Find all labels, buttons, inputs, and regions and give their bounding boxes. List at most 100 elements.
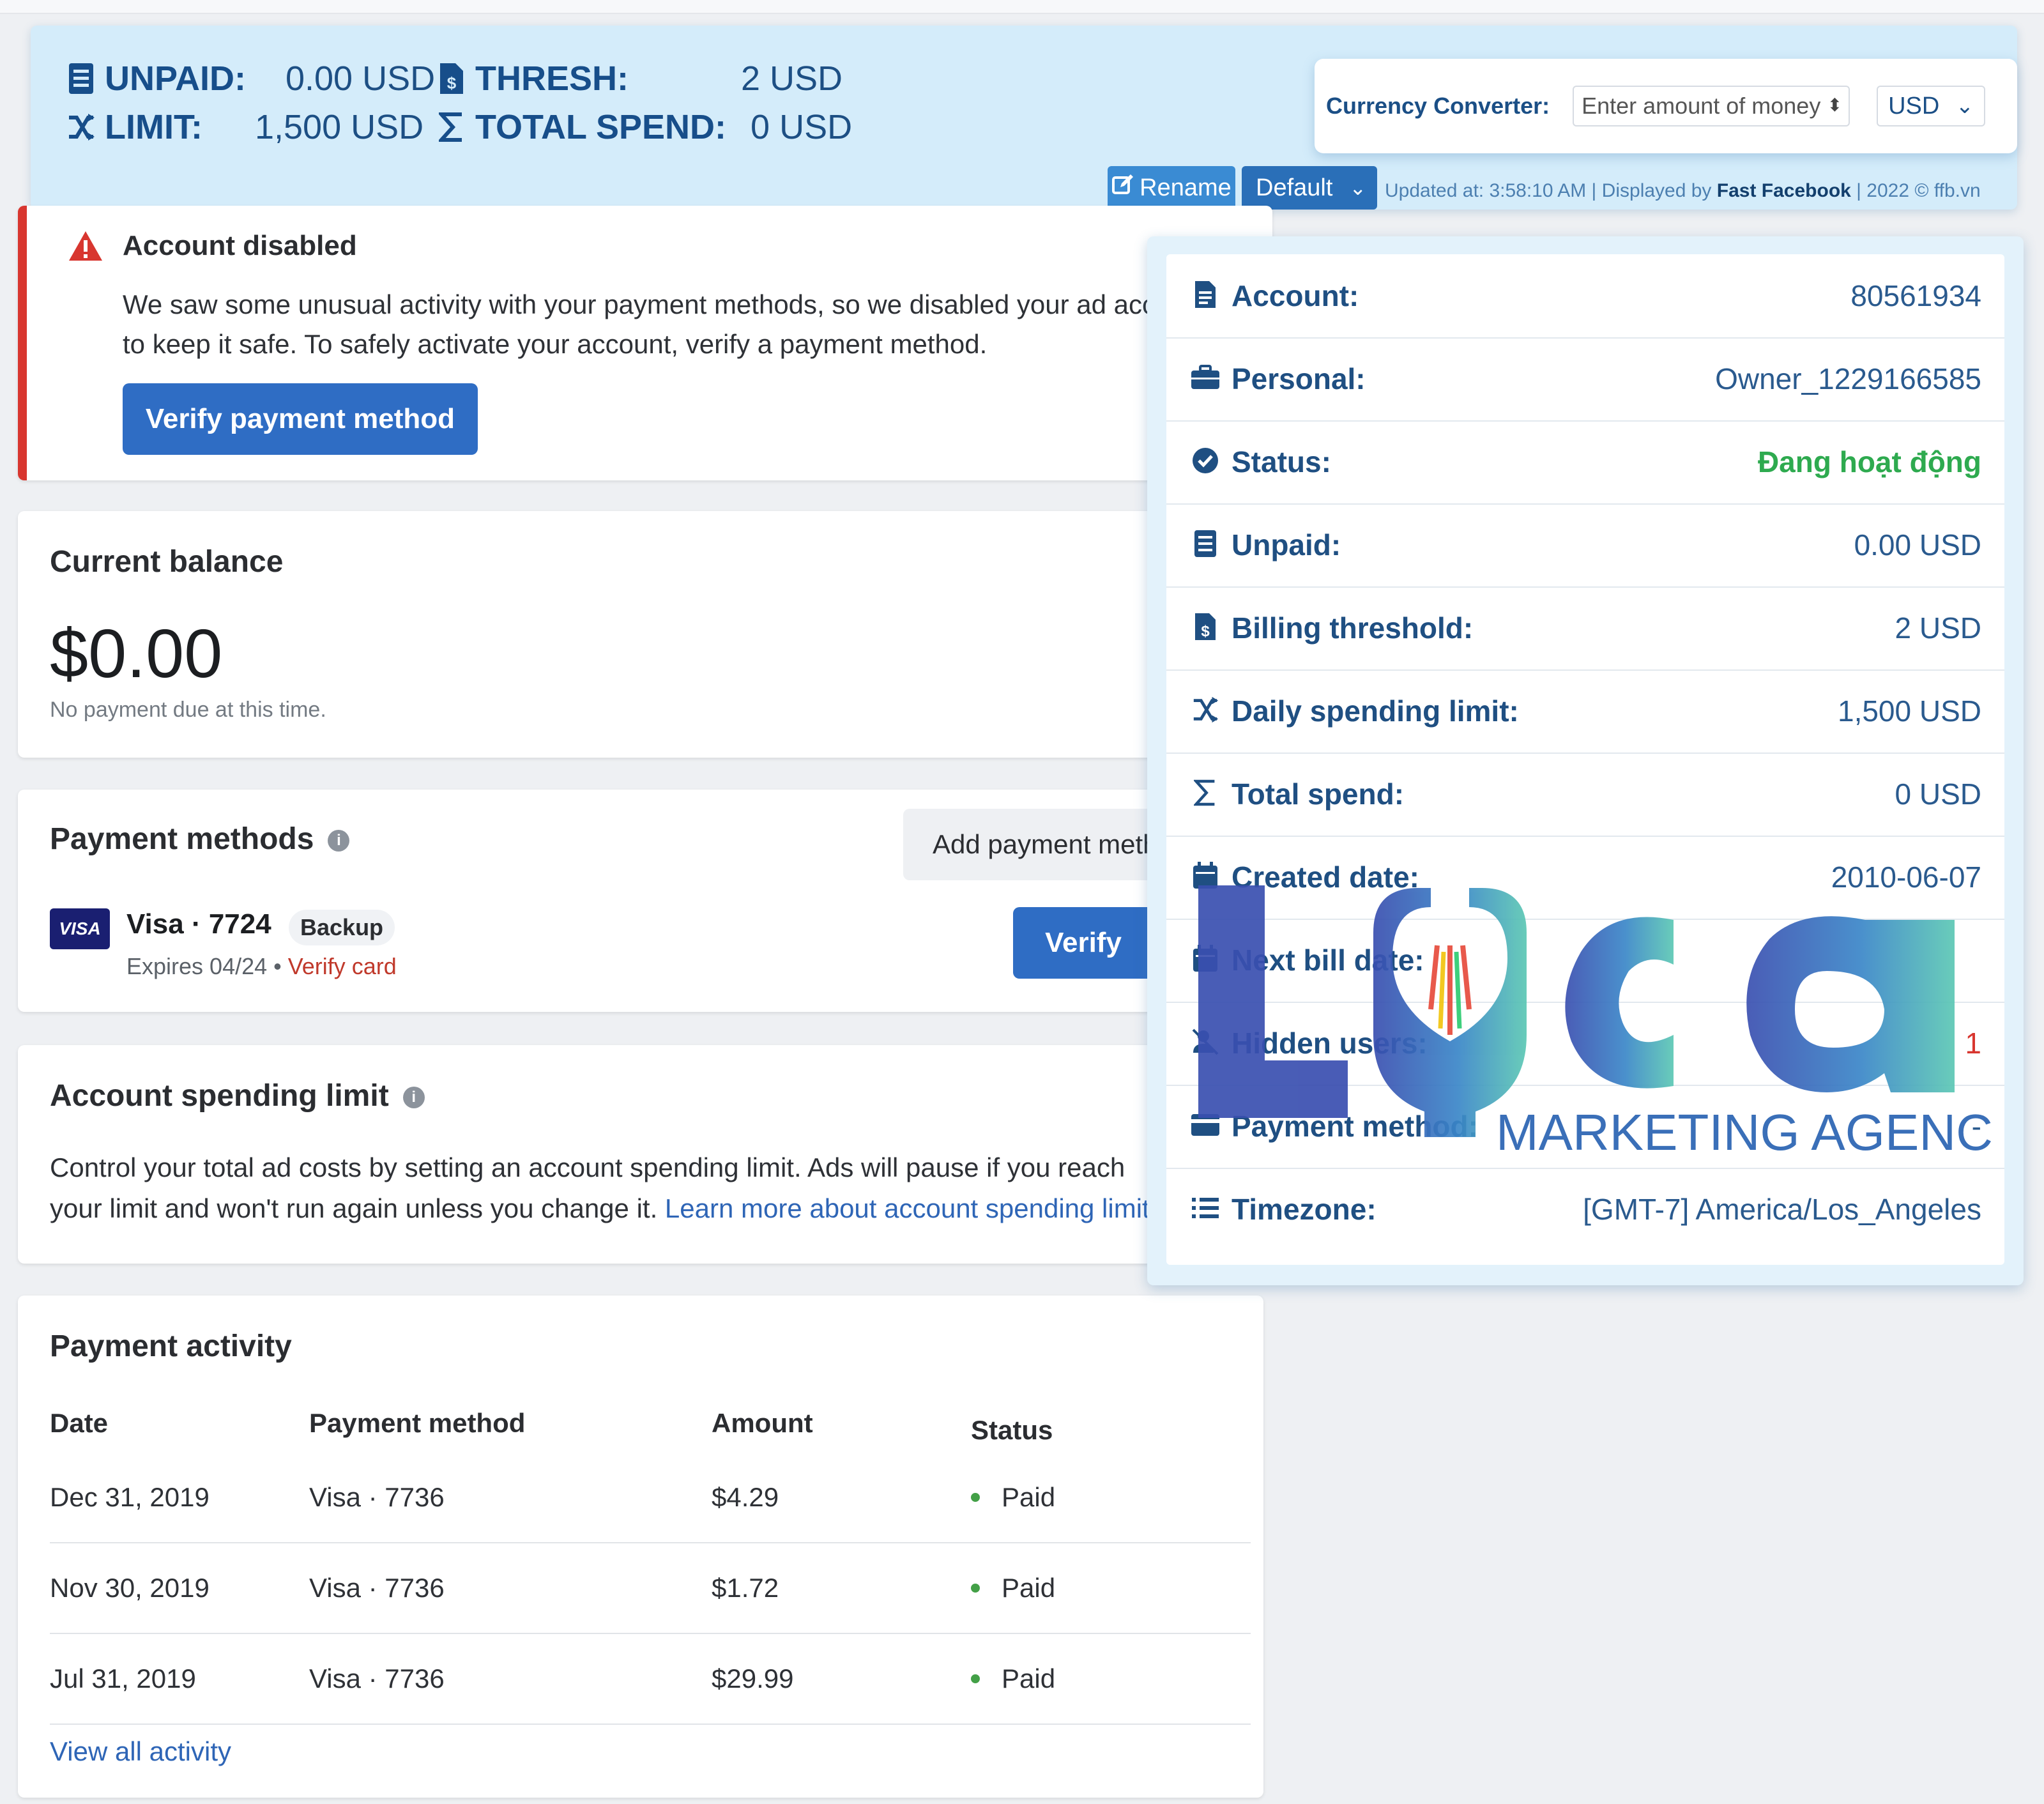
sigma-icon [437, 110, 466, 144]
sigma-icon [1189, 777, 1221, 809]
column-header: Payment method [309, 1408, 526, 1438]
thresh-summary: $ THRESH: 2 USD [437, 59, 843, 98]
view-all-activity-link[interactable]: View all activity [50, 1736, 231, 1767]
limit-value: 1,500 USD [254, 108, 424, 146]
info-value: 0.00 USD [1854, 528, 1981, 562]
learn-more-link[interactable]: Learn more about account spending limits [665, 1193, 1163, 1223]
converter-placeholder: Enter amount of money [1582, 93, 1821, 119]
info-icon[interactable]: i [402, 1087, 425, 1109]
column-header: Date [50, 1408, 109, 1438]
limit-label: LIMIT: [105, 108, 202, 146]
table-row: Dec 31, 2019 Visa · 7736 $4.29 Paid [50, 1453, 1251, 1543]
info-icon[interactable]: i [328, 830, 350, 852]
luca-watermark-logo: MARKETING AGENCY [1188, 882, 2027, 1188]
file-icon [1189, 279, 1221, 310]
svg-text:$: $ [1201, 623, 1210, 640]
info-label: Total spend: [1232, 777, 1405, 811]
balance-title: Current balance [50, 545, 284, 579]
row-method: Visa · 7736 [309, 1663, 445, 1693]
payment-methods-card: Payment methods i Add payment method VISA… [18, 790, 1263, 1012]
row-status: Paid [971, 1482, 1226, 1513]
payment-activity-title: Payment activity [50, 1329, 292, 1363]
limit-line-1: Control your total ad costs by setting a… [50, 1152, 1125, 1182]
updated-suffix: | 2022 © ffb.vn [1850, 180, 1981, 201]
info-row-unpaid: Unpaid: 0.00 USD [1166, 503, 2004, 588]
card-name: Visa · 7724 [126, 908, 271, 940]
unpaid-summary: UNPAID: 0.00 USD [66, 59, 435, 98]
table-row: Jul 31, 2019 Visa · 7736 $29.99 Paid [50, 1634, 1251, 1725]
visa-logo-icon: VISA [50, 908, 110, 949]
row-date: Jul 31, 2019 [50, 1663, 196, 1693]
info-label: Billing threshold: [1232, 611, 1474, 645]
row-status: Paid [971, 1663, 1226, 1694]
unpaid-label: UNPAID: [105, 59, 246, 98]
spending-limit-card: Account spending limit i Control your tot… [18, 1045, 1263, 1264]
limit-summary: LIMIT: 1,500 USD [66, 107, 423, 147]
watermark-tagline: MARKETING AGENCY [1496, 1104, 1993, 1161]
verify-payment-method-button[interactable]: Verify payment method [123, 383, 478, 455]
svg-text:$: $ [447, 73, 457, 93]
currency-select[interactable]: USD ⌄ [1877, 86, 1986, 126]
spending-limit-title: Account spending limit i [50, 1078, 425, 1113]
updated-brand[interactable]: Fast Facebook [1717, 180, 1851, 201]
thresh-value: 2 USD [741, 59, 843, 98]
shuffle-icon [1189, 694, 1221, 726]
unpaid-value: 0.00 USD [285, 59, 436, 98]
payment-activity-table: Date Payment method Amount Status Dec 31… [50, 1408, 1251, 1725]
briefcase-icon [1189, 362, 1221, 394]
info-value: Owner_1229166585 [1715, 362, 1981, 395]
balance-note: No payment due at this time. [50, 698, 326, 722]
info-row-account: Account: 80561934 [1166, 254, 2004, 339]
column-header: Status [971, 1415, 1053, 1445]
default-label: Default [1256, 174, 1333, 201]
info-row-personal: Personal: Owner_1229166585 [1166, 337, 2004, 422]
row-date: Dec 31, 2019 [50, 1482, 210, 1512]
invoice-dollar-icon: $ [437, 61, 466, 96]
profile-select[interactable]: Default ⌄ [1242, 166, 1377, 210]
row-date: Nov 30, 2019 [50, 1573, 210, 1603]
payment-methods-title: Payment methods i [50, 822, 350, 857]
info-label: Unpaid: [1232, 528, 1341, 562]
expires-text: Expires 04/24 • [126, 953, 288, 979]
balance-amount: $0.00 [50, 615, 223, 692]
converter-amount-input[interactable]: Enter amount of money ⬍ [1573, 86, 1850, 126]
thresh-label: THRESH: [475, 59, 629, 98]
verify-card-link[interactable]: Verify card [288, 953, 397, 979]
table-row: Nov 30, 2019 Visa · 7736 $1.72 Paid [50, 1543, 1251, 1634]
check-circle-icon [1189, 445, 1221, 477]
chevron-down-icon: ⌄ [1955, 94, 1974, 118]
rename-button[interactable]: Rename [1108, 166, 1235, 210]
info-row-total-spend: Total spend: 0 USD [1166, 753, 2004, 837]
row-method: Visa · 7736 [309, 1482, 445, 1512]
row-amount: $1.72 [712, 1573, 779, 1603]
table-header: Date Payment method Amount Status [50, 1408, 1251, 1453]
info-value: 80561934 [1850, 279, 1981, 312]
info-label: Account: [1232, 279, 1359, 312]
payment-activity-card: Payment activity Date Payment method Amo… [18, 1296, 1263, 1798]
alert-message: We saw some unusual activity with your p… [123, 285, 1272, 364]
info-row-status: Status: Đang hoạt động [1166, 420, 2004, 505]
total-spend-value: 0 USD [751, 108, 853, 146]
info-value: [GMT-7] America/Los_Angeles [1583, 1193, 1981, 1226]
chevron-down-icon: ⌄ [1349, 176, 1367, 199]
status-value: Đang hoạt động [1757, 445, 1981, 478]
rename-label: Rename [1140, 174, 1232, 201]
account-disabled-alert: Account disabled We saw some unusual act… [18, 206, 1272, 480]
alert-line-1: We saw some unusual activity with your p… [123, 289, 1208, 319]
verify-button[interactable]: Verify [1013, 907, 1154, 979]
currency-value: USD [1888, 92, 1940, 119]
converter-label: Currency Converter: [1326, 93, 1550, 119]
total-spend-label: TOTAL SPEND: [475, 108, 727, 146]
updated-prefix: Updated at: 3:58:10 AM | Displayed by [1385, 180, 1717, 201]
info-label: Personal: [1232, 362, 1366, 395]
spinner-icon[interactable]: ⬍ [1827, 95, 1842, 116]
receipt-icon [66, 61, 96, 96]
status-dot-icon [971, 1674, 980, 1683]
currency-converter: Currency Converter: Enter amount of mone… [1315, 59, 2017, 153]
row-method: Visa · 7736 [309, 1573, 445, 1603]
info-label: Timezone: [1232, 1193, 1377, 1226]
info-label: Daily spending limit: [1232, 694, 1519, 728]
info-row-daily-limit: Daily spending limit: 1,500 USD [1166, 669, 2004, 754]
info-label: Status: [1232, 445, 1331, 478]
spending-limit-description: Control your total ad costs by setting a… [50, 1147, 1163, 1229]
